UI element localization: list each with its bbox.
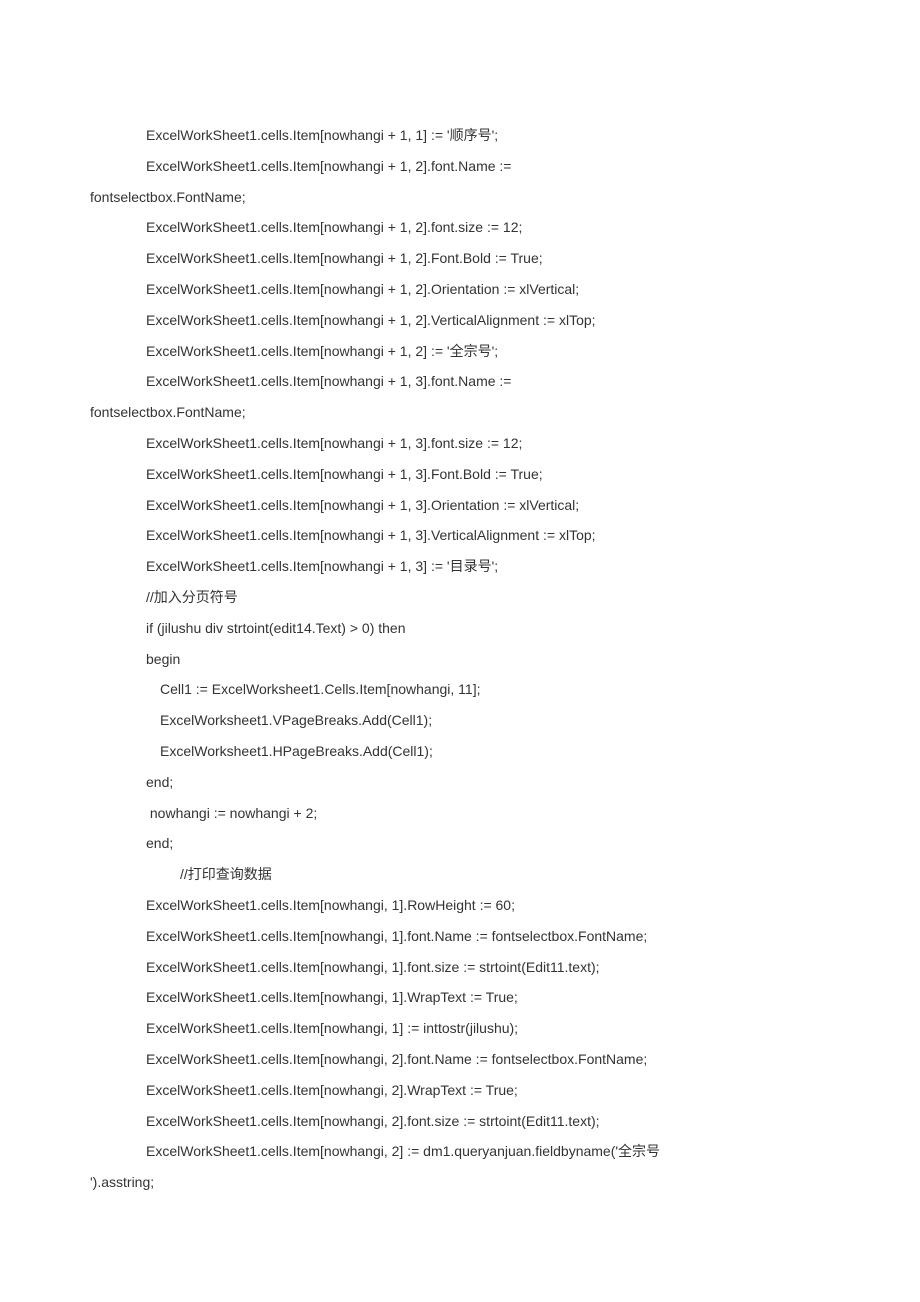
code-line: ExcelWorkSheet1.cells.Item[nowhangi, 1] … [90,1013,830,1044]
code-line: if (jilushu div strtoint(edit14.Text) > … [90,613,830,644]
code-line: ExcelWorkSheet1.cells.Item[nowhangi + 1,… [90,459,830,490]
code-line: ExcelWorkSheet1.cells.Item[nowhangi + 1,… [90,120,830,151]
code-line: ExcelWorkSheet1.cells.Item[nowhangi + 1,… [90,366,830,397]
code-line: ExcelWorkSheet1.cells.Item[nowhangi + 1,… [90,490,830,521]
code-line: fontselectbox.FontName; [90,182,830,213]
code-line: fontselectbox.FontName; [90,397,830,428]
document-page: ExcelWorkSheet1.cells.Item[nowhangi + 1,… [0,0,920,1278]
code-line: ExcelWorkSheet1.cells.Item[nowhangi, 2].… [90,1106,830,1137]
code-line: ExcelWorkSheet1.cells.Item[nowhangi, 2].… [90,1075,830,1106]
code-line: //加入分页符号 [90,582,830,613]
code-line: ExcelWorkSheet1.cells.Item[nowhangi, 2].… [90,1044,830,1075]
code-line: ExcelWorkSheet1.cells.Item[nowhangi + 1,… [90,428,830,459]
code-line: ExcelWorkSheet1.cells.Item[nowhangi, 1].… [90,921,830,952]
code-line: ExcelWorkSheet1.cells.Item[nowhangi + 1,… [90,212,830,243]
code-line: //打印查询数据 [90,859,830,890]
code-line: ExcelWorkSheet1.cells.Item[nowhangi + 1,… [90,305,830,336]
code-block: ExcelWorkSheet1.cells.Item[nowhangi + 1,… [90,120,830,1198]
code-line: ExcelWorkSheet1.cells.Item[nowhangi + 1,… [90,151,830,182]
code-line: ExcelWorkSheet1.cells.Item[nowhangi + 1,… [90,243,830,274]
code-line: ExcelWorkSheet1.cells.Item[nowhangi, 1].… [90,982,830,1013]
code-line: ExcelWorksheet1.VPageBreaks.Add(Cell1); [90,705,830,736]
code-line: ExcelWorkSheet1.cells.Item[nowhangi + 1,… [90,520,830,551]
code-line: ExcelWorkSheet1.cells.Item[nowhangi + 1,… [90,551,830,582]
code-line: ExcelWorkSheet1.cells.Item[nowhangi + 1,… [90,274,830,305]
code-line: begin [90,644,830,675]
code-line: nowhangi := nowhangi + 2; [90,798,830,829]
code-line: ').asstring; [90,1167,830,1198]
code-line: ExcelWorkSheet1.cells.Item[nowhangi, 1].… [90,952,830,983]
code-line: end; [90,767,830,798]
code-line: Cell1 := ExcelWorksheet1.Cells.Item[nowh… [90,674,830,705]
code-line: ExcelWorksheet1.HPageBreaks.Add(Cell1); [90,736,830,767]
code-line: ExcelWorkSheet1.cells.Item[nowhangi + 1,… [90,336,830,367]
code-line: end; [90,828,830,859]
code-line: ExcelWorkSheet1.cells.Item[nowhangi, 2] … [90,1136,830,1167]
code-line: ExcelWorkSheet1.cells.Item[nowhangi, 1].… [90,890,830,921]
